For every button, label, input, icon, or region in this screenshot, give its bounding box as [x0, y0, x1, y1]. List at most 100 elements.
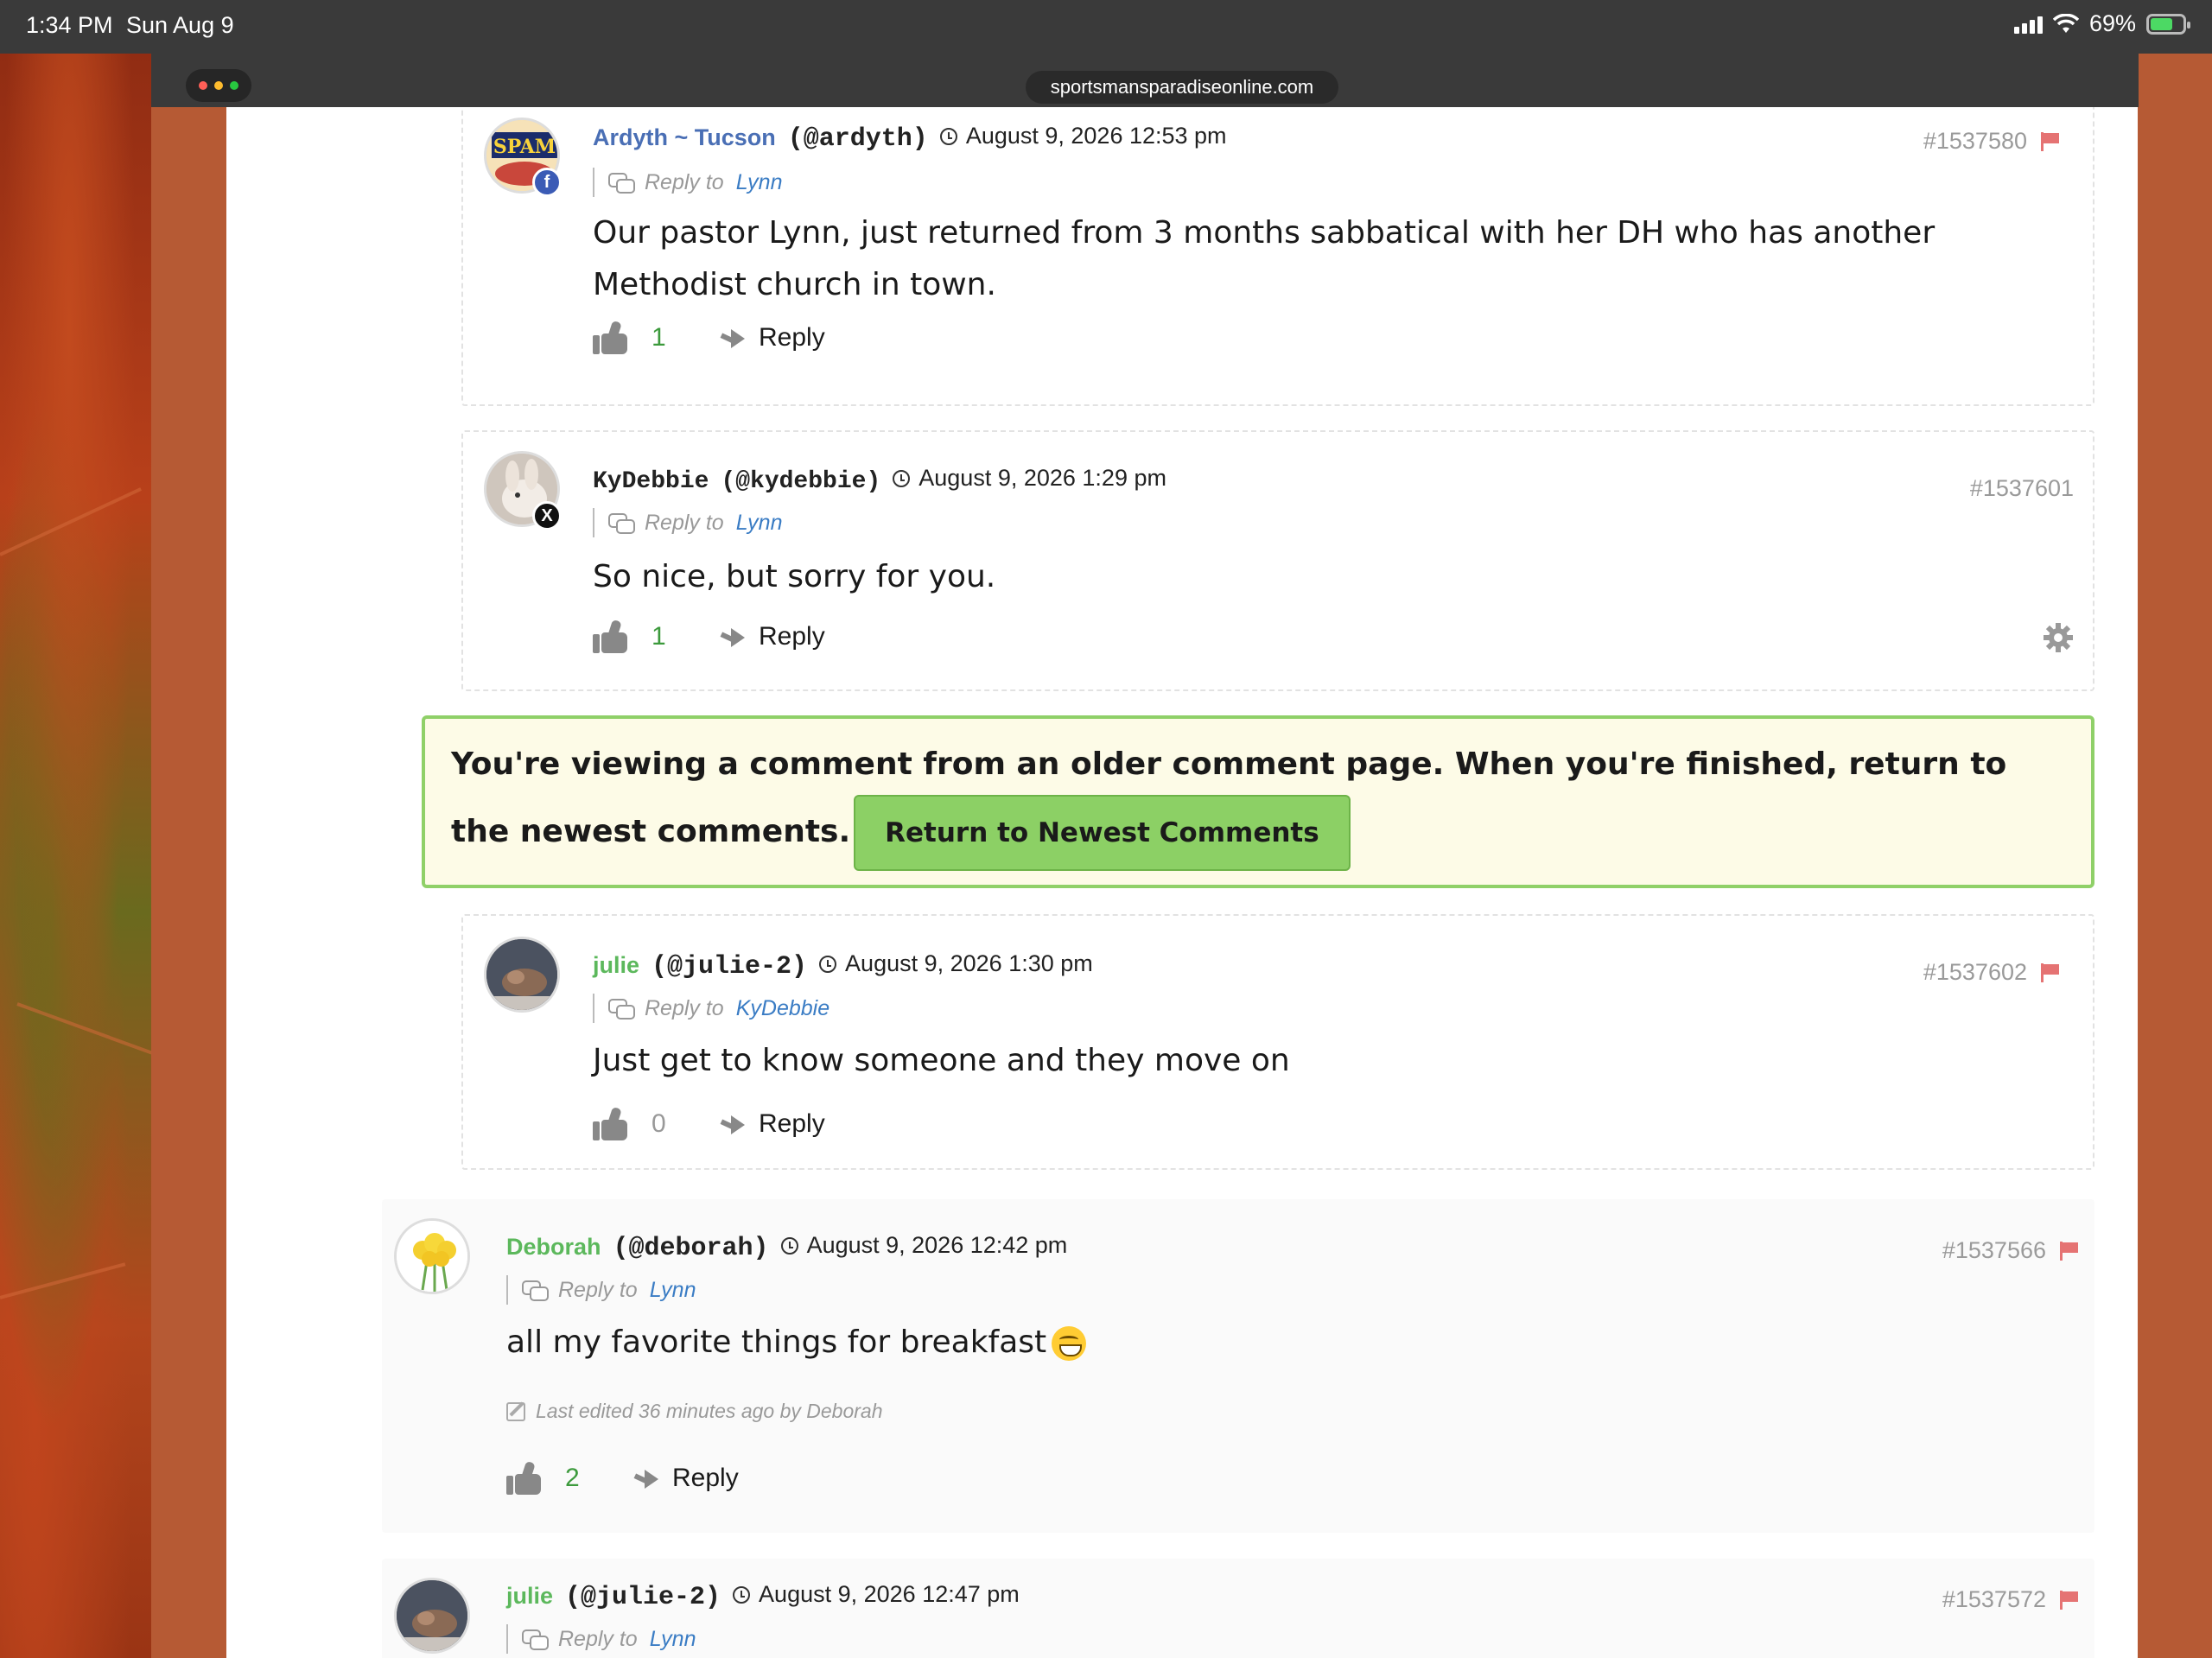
window-controls-button[interactable]	[186, 69, 251, 102]
reply-to-link[interactable]: Lynn	[650, 1627, 696, 1652]
flag-icon[interactable]	[2060, 1241, 2079, 1261]
reply-arrow-icon[interactable]	[634, 1468, 660, 1489]
vote-count: 0	[652, 1109, 666, 1138]
comment-text: Our pastor Lynn, just returned from 3 mo…	[593, 215, 1936, 302]
address-bar[interactable]: sportsmansparadiseonline.com	[1026, 71, 1338, 104]
vote-count: 1	[652, 323, 666, 352]
thumbs-up-icon[interactable]	[593, 320, 629, 354]
photo-icon	[397, 1580, 467, 1651]
battery-charging-icon	[2146, 13, 2190, 35]
comments-icon	[522, 1629, 549, 1650]
reply-to-link[interactable]: Lynn	[736, 511, 783, 536]
comment-permalink[interactable]: #1537566	[1942, 1237, 2046, 1264]
comment-1537601: X KyDebbie (@kydebbie) August 9, 2026 1:…	[461, 430, 2094, 691]
edited-text: Last edited 36 minutes ago by Deborah	[536, 1400, 883, 1422]
reply-to-label: Reply to	[645, 510, 724, 535]
comment-text: So nice, but sorry for you.	[593, 559, 996, 594]
comments-page: SPAM f Ardyth ~ Tucson (@ardyth) August …	[226, 107, 2138, 1658]
comment-actions: 1 Reply	[593, 320, 825, 354]
author-name[interactable]: Deborah	[506, 1234, 601, 1261]
reply-to-line: Reply to Lynn	[593, 168, 782, 197]
desktop-wallpaper	[0, 0, 173, 1658]
author-handle: (@julie-2)	[565, 1582, 721, 1612]
comment-date[interactable]: August 9, 2026 12:42 pm	[780, 1232, 1067, 1259]
comments-icon	[608, 513, 635, 534]
clock-icon	[733, 1585, 751, 1604]
daffodil-icon	[397, 1221, 467, 1292]
battery-percent: 69%	[2088, 10, 2136, 36]
comment-1537572: julie (@julie-2) August 9, 2026 12:47 pm…	[382, 1559, 2094, 1658]
comment-date-text: August 9, 2026 12:53 pm	[965, 123, 1227, 149]
comment-permalink[interactable]: #1537601	[1970, 475, 2074, 502]
reply-to-link[interactable]: Lynn	[650, 1278, 696, 1303]
comment-1537566: Deborah (@deborah) August 9, 2026 12:42 …	[382, 1199, 2094, 1533]
browser-toolbar: sportsmansparadiseonline.com	[151, 54, 2139, 107]
author-name[interactable]: Ardyth ~ Tucson	[593, 124, 776, 151]
comment-actions: 0 Reply	[593, 1106, 825, 1140]
reply-to-line: Reply to Lynn	[593, 508, 782, 537]
return-to-newest-button[interactable]: Return to Newest Comments	[854, 795, 1351, 871]
reply-to-line: Reply to KyDebbie	[593, 994, 830, 1023]
reply-button[interactable]: Reply	[759, 622, 825, 651]
comments-icon	[608, 173, 635, 194]
comment-permalink[interactable]: #1537580	[1923, 128, 2027, 155]
flag-icon[interactable]	[2041, 962, 2060, 982]
comments-icon	[608, 999, 635, 1020]
comment-permalink[interactable]: #1537602	[1923, 959, 2027, 986]
comment-date[interactable]: August 9, 2026 1:30 pm	[819, 950, 1093, 977]
older-page-notice: You're viewing a comment from an older c…	[422, 715, 2094, 888]
author-handle: (@deborah)	[613, 1233, 769, 1263]
author-name[interactable]: julie	[506, 1583, 553, 1610]
comments-icon	[522, 1280, 549, 1301]
reply-to-link[interactable]: Lynn	[736, 170, 783, 195]
comment-permalink[interactable]: #1537572	[1942, 1586, 2046, 1613]
gear-icon[interactable]	[2043, 622, 2074, 653]
author-handle: (@julie-2)	[652, 951, 808, 981]
thumbs-up-icon[interactable]	[593, 619, 629, 653]
facebook-icon: f	[532, 168, 562, 197]
clock-icon	[939, 127, 957, 145]
comment-date[interactable]: August 9, 2026 1:29 pm	[893, 465, 1166, 492]
thumbs-up-icon[interactable]	[506, 1460, 543, 1495]
thumbs-up-icon[interactable]	[593, 1106, 629, 1140]
clock-icon	[819, 955, 837, 973]
comment-date[interactable]: August 9, 2026 12:47 pm	[733, 1581, 1020, 1608]
comment-id: #1537601	[1970, 475, 2074, 502]
comment-date-text: August 9, 2026 1:30 pm	[845, 950, 1093, 976]
reply-to-label: Reply to	[645, 169, 724, 194]
svg-text:SPAM: SPAM	[493, 136, 556, 158]
x-twitter-icon: X	[532, 501, 562, 530]
url-text: sportsmansparadiseonline.com	[1050, 76, 1314, 98]
reply-to-label: Reply to	[558, 1626, 638, 1651]
avatar[interactable]	[394, 1218, 470, 1294]
reply-button[interactable]: Reply	[759, 323, 825, 353]
flag-icon[interactable]	[2060, 1590, 2079, 1610]
reply-arrow-icon[interactable]	[721, 327, 747, 348]
clock-icon	[780, 1236, 798, 1255]
author-name[interactable]: KyDebbie	[593, 468, 709, 495]
author-name[interactable]: julie	[593, 952, 639, 979]
vote-count: 1	[652, 622, 666, 651]
reply-to-link[interactable]: KyDebbie	[736, 996, 830, 1021]
cellular-signal-icon	[2013, 15, 2043, 34]
reply-to-label: Reply to	[558, 1277, 638, 1302]
clock-icon	[893, 469, 911, 487]
comment-date[interactable]: August 9, 2026 12:53 pm	[939, 123, 1227, 149]
reply-arrow-icon[interactable]	[721, 1114, 747, 1134]
avatar[interactable]	[484, 937, 560, 1013]
comment-1537602: julie (@julie-2) August 9, 2026 1:30 pm …	[461, 914, 2094, 1170]
reply-arrow-icon[interactable]	[721, 626, 747, 647]
reply-to-line: Reply to Lynn	[506, 1624, 696, 1654]
comment-id: #1537580	[1923, 128, 2060, 155]
comment-id: #1537572	[1942, 1586, 2079, 1613]
wifi-icon	[2052, 13, 2079, 33]
edit-icon	[506, 1401, 525, 1421]
reply-button[interactable]: Reply	[672, 1464, 739, 1493]
reply-to-line: Reply to Lynn	[506, 1275, 696, 1305]
avatar[interactable]	[394, 1578, 470, 1654]
comment-id: #1537566	[1942, 1237, 2079, 1264]
photo-icon	[486, 939, 557, 1010]
vote-count: 2	[565, 1464, 580, 1492]
flag-icon[interactable]	[2041, 131, 2060, 151]
reply-button[interactable]: Reply	[759, 1109, 825, 1139]
